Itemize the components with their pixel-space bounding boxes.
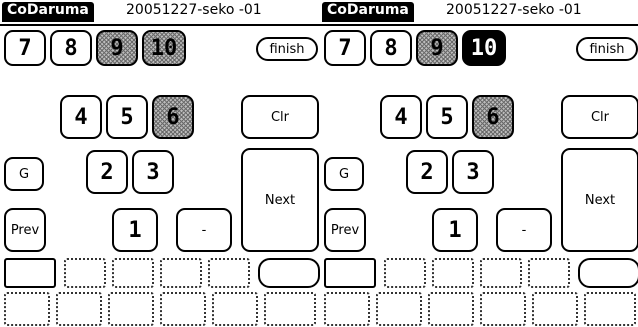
- frame-1-score-box[interactable]: [324, 292, 370, 326]
- pin-5-button[interactable]: 5: [106, 95, 148, 139]
- frame-4-score-box[interactable]: [160, 292, 206, 326]
- frame-3-ball-box[interactable]: [112, 258, 154, 288]
- clear-button[interactable]: Clr: [241, 95, 319, 139]
- prev-button[interactable]: Prev: [4, 208, 46, 252]
- pin-10-button[interactable]: 10: [142, 30, 186, 66]
- frame-2-score-box[interactable]: [56, 292, 102, 326]
- next-button[interactable]: Next: [561, 148, 638, 252]
- finish-button[interactable]: finish: [576, 37, 638, 61]
- dual-screen-view: CoDaruma 20051227-seko -01 7 8 9 10 fini…: [0, 0, 638, 327]
- pin-2-button[interactable]: 2: [406, 150, 448, 194]
- total-box[interactable]: [578, 258, 638, 288]
- right-palm-screen: CoDaruma 20051227-seko -01 7 8 9 10 fini…: [320, 0, 638, 327]
- pin-1-button[interactable]: 1: [432, 208, 478, 252]
- app-name-tab[interactable]: CoDaruma: [2, 2, 94, 22]
- pin-8-button[interactable]: 8: [50, 30, 92, 66]
- pin-6-button[interactable]: 6: [152, 95, 194, 139]
- frame-5-ball-box[interactable]: [208, 258, 250, 288]
- pin-4-button[interactable]: 4: [380, 95, 422, 139]
- frame-6-score-box[interactable]: [264, 292, 316, 326]
- frame-5-ball-box[interactable]: [528, 258, 570, 288]
- pin-9-button[interactable]: 9: [96, 30, 138, 66]
- title-bar: CoDaruma 20051227-seko -01: [320, 0, 638, 26]
- pin-7-button[interactable]: 7: [4, 30, 46, 66]
- pin-1-button[interactable]: 1: [112, 208, 158, 252]
- pin-10-button[interactable]: 10: [462, 30, 506, 66]
- pin-4-button[interactable]: 4: [60, 95, 102, 139]
- frame-5-score-box[interactable]: [532, 292, 578, 326]
- pin-6-button[interactable]: 6: [472, 95, 514, 139]
- title-bar: CoDaruma 20051227-seko -01: [0, 0, 320, 26]
- pin-8-button[interactable]: 8: [370, 30, 412, 66]
- pin-9-button[interactable]: 9: [416, 30, 458, 66]
- minus-button[interactable]: -: [496, 208, 552, 252]
- frame-3-ball-box[interactable]: [432, 258, 474, 288]
- frame-1-ball-box[interactable]: [4, 258, 56, 288]
- clear-button[interactable]: Clr: [561, 95, 638, 139]
- frame-3-score-box[interactable]: [108, 292, 154, 326]
- left-palm-screen: CoDaruma 20051227-seko -01 7 8 9 10 fini…: [0, 0, 320, 327]
- frame-2-score-box[interactable]: [376, 292, 422, 326]
- g-button[interactable]: G: [4, 157, 44, 191]
- prev-button[interactable]: Prev: [324, 208, 366, 252]
- frame-4-score-box[interactable]: [480, 292, 526, 326]
- total-box[interactable]: [258, 258, 320, 288]
- finish-button[interactable]: finish: [256, 37, 318, 61]
- pin-3-button[interactable]: 3: [132, 150, 174, 194]
- pin-3-button[interactable]: 3: [452, 150, 494, 194]
- document-title: 20051227-seko -01: [446, 2, 582, 18]
- frame-3-score-box[interactable]: [428, 292, 474, 326]
- frame-5-score-box[interactable]: [212, 292, 258, 326]
- pin-5-button[interactable]: 5: [426, 95, 468, 139]
- frame-1-ball-box[interactable]: [324, 258, 376, 288]
- frame-4-ball-box[interactable]: [160, 258, 202, 288]
- next-button[interactable]: Next: [241, 148, 319, 252]
- frame-6-score-box[interactable]: [584, 292, 636, 326]
- frame-4-ball-box[interactable]: [480, 258, 522, 288]
- minus-button[interactable]: -: [176, 208, 232, 252]
- frame-2-ball-box[interactable]: [384, 258, 426, 288]
- g-button[interactable]: G: [324, 157, 364, 191]
- app-name-tab[interactable]: CoDaruma: [322, 2, 414, 22]
- pin-2-button[interactable]: 2: [86, 150, 128, 194]
- pin-7-button[interactable]: 7: [324, 30, 366, 66]
- frame-1-score-box[interactable]: [4, 292, 50, 326]
- frame-2-ball-box[interactable]: [64, 258, 106, 288]
- document-title: 20051227-seko -01: [126, 2, 262, 18]
